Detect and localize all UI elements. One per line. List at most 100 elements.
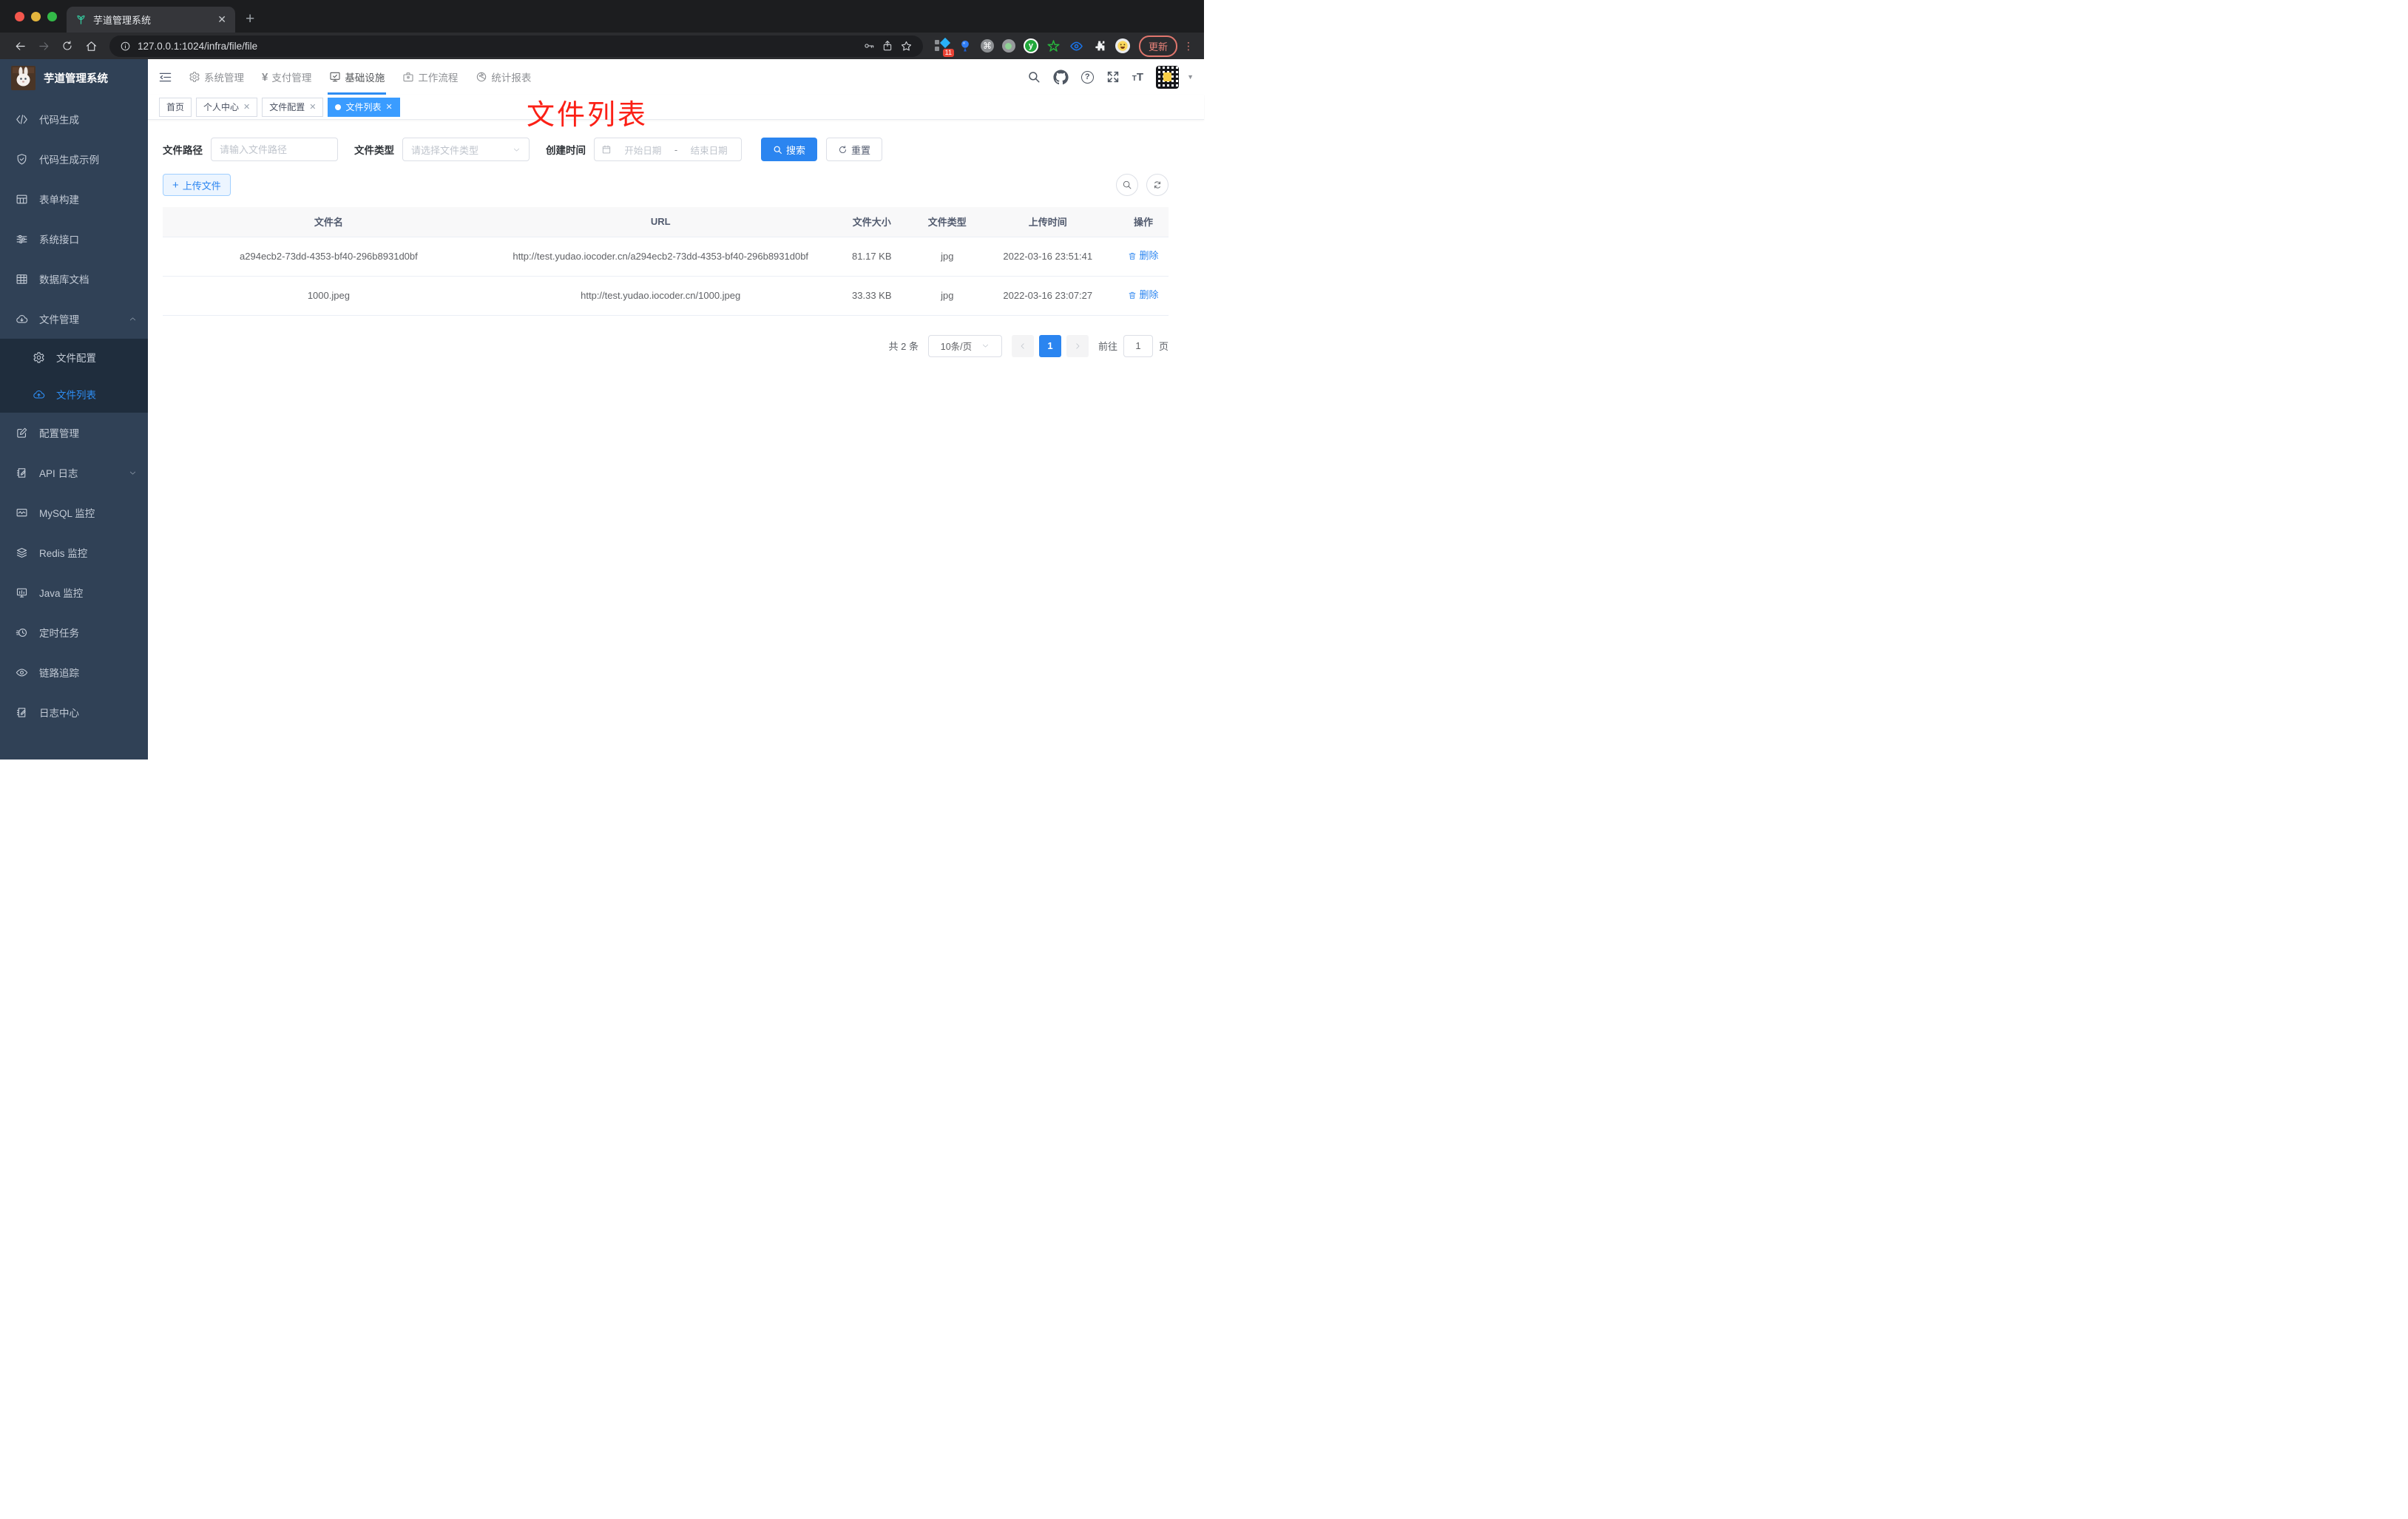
tag-close-icon[interactable]: ✕: [386, 102, 393, 112]
search-icon: [1123, 180, 1132, 189]
extension-green-star-icon[interactable]: [1046, 38, 1061, 53]
topnav-infrastructure[interactable]: 基础设施: [320, 59, 393, 95]
tag-profile[interactable]: 个人中心 ✕: [196, 97, 258, 117]
topnav-workflow[interactable]: 工作流程: [393, 59, 467, 95]
topnav-reports[interactable]: 统计报表: [467, 59, 540, 95]
end-date-placeholder[interactable]: 结束日期: [683, 143, 734, 157]
monitor-check-icon: [330, 72, 340, 82]
reload-button[interactable]: [56, 35, 78, 56]
github-icon[interactable]: [1053, 69, 1069, 85]
sidebar-item-file-management[interactable]: 文件管理: [0, 299, 148, 339]
sidebar-item-api-log[interactable]: API 日志: [0, 453, 148, 493]
tags-view-bar: 首页 个人中心 ✕ 文件配置 ✕ 文件列表 ✕: [148, 95, 1204, 120]
tag-label: 个人中心: [203, 102, 240, 112]
sidebar-logo[interactable]: 芋道管理系统: [0, 59, 148, 96]
refresh-icon: [839, 145, 847, 153]
reset-button-label: 重置: [851, 144, 871, 156]
chevron-down-icon: [129, 471, 136, 474]
page-size-select[interactable]: 10条/页: [927, 334, 1002, 357]
address-bar[interactable]: 127.0.0.1:1024/infra/file/file: [109, 35, 923, 57]
collapse-sidebar-button[interactable]: [158, 70, 172, 84]
password-key-icon[interactable]: [863, 40, 875, 52]
site-info-icon[interactable]: [120, 41, 131, 52]
topnav-system-management[interactable]: 系统管理: [180, 59, 253, 95]
help-icon[interactable]: ?: [1080, 70, 1094, 84]
reset-button[interactable]: 重置: [826, 138, 883, 161]
browser-menu-icon[interactable]: ⋮: [1183, 40, 1194, 53]
close-window-button[interactable]: [15, 12, 24, 21]
url-text: 127.0.0.1:1024/infra/file/file: [138, 40, 258, 52]
sidebar-item-form-builder[interactable]: 表单构建: [0, 179, 148, 219]
extension-balloon-icon[interactable]: [958, 38, 973, 53]
tag-file-list[interactable]: 文件列表 ✕: [328, 97, 400, 117]
file-type-select[interactable]: 请选择文件类型: [402, 138, 530, 161]
tag-close-icon[interactable]: ✕: [309, 102, 316, 112]
extension-eye-icon[interactable]: [1069, 38, 1084, 53]
chevron-down-icon: [513, 148, 520, 151]
extension-puzzle-icon[interactable]: [1092, 38, 1107, 53]
sidebar-item-code-gen[interactable]: 代码生成: [0, 99, 148, 139]
sidebar-item-label: 链路追踪: [39, 668, 79, 679]
sidebar-item-code-example[interactable]: 代码生成示例: [0, 139, 148, 179]
main-area: 系统管理 ¥ 支付管理 基础设施 工作流程 统计报表 ? TT ▼ 首页 个人中…: [148, 59, 1204, 760]
prev-page-button[interactable]: [1011, 334, 1034, 357]
sidebar-item-mysql-monitor[interactable]: MySQL 监控: [0, 493, 148, 532]
topnav-payment-management[interactable]: ¥ 支付管理: [253, 59, 320, 95]
upload-file-button[interactable]: + 上传文件: [163, 174, 231, 196]
font-size-icon[interactable]: TT: [1132, 71, 1143, 84]
extension-command-icon[interactable]: ⌘: [980, 39, 994, 53]
sidebar-item-trace[interactable]: 链路追踪: [0, 652, 148, 692]
sidebar-item-scheduled-tasks[interactable]: 定时任务: [0, 612, 148, 652]
tag-file-config[interactable]: 文件配置 ✕: [262, 97, 324, 117]
extension-y-icon[interactable]: y: [1023, 38, 1038, 53]
sidebar-item-system-api[interactable]: 系统接口: [0, 219, 148, 259]
sidebar-item-db-doc[interactable]: 数据库文档: [0, 259, 148, 299]
delete-button-label: 删除: [1139, 288, 1159, 300]
tag-close-icon[interactable]: ✕: [243, 102, 250, 112]
show-search-toggle-button[interactable]: [1116, 174, 1138, 196]
balloon-icon: [961, 40, 969, 52]
browser-update-button[interactable]: 更新: [1138, 35, 1177, 57]
browser-tab[interactable]: 芋道管理系统 ✕: [67, 7, 235, 33]
forward-button[interactable]: [33, 35, 55, 56]
extension-emoji-icon[interactable]: [1115, 38, 1130, 53]
back-button[interactable]: [9, 35, 31, 56]
delete-button[interactable]: 删除: [1128, 248, 1158, 264]
tag-home[interactable]: 首页: [159, 97, 192, 117]
date-range-picker[interactable]: 开始日期 - 结束日期: [594, 138, 742, 161]
delete-button[interactable]: 删除: [1128, 287, 1158, 303]
sidebar-item-log-center[interactable]: 日志中心: [0, 692, 148, 732]
refresh-table-button[interactable]: [1146, 174, 1169, 196]
search-button[interactable]: 搜索: [761, 138, 818, 161]
sidebar-item-file-list[interactable]: 文件列表: [0, 376, 148, 413]
fullscreen-icon[interactable]: [1106, 70, 1120, 84]
current-page-button[interactable]: 1: [1038, 334, 1061, 357]
bookmark-star-icon[interactable]: [900, 40, 913, 53]
search-icon[interactable]: [1027, 70, 1041, 84]
home-button[interactable]: [80, 35, 102, 56]
chevron-left-icon: [1021, 343, 1024, 349]
yen-icon: ¥: [262, 70, 268, 84]
start-date-placeholder[interactable]: 开始日期: [618, 143, 669, 157]
tab-close-icon[interactable]: ✕: [217, 13, 226, 26]
minimize-window-button[interactable]: [31, 12, 41, 21]
goto-page-input[interactable]: [1123, 334, 1153, 357]
next-page-button[interactable]: [1066, 334, 1089, 357]
new-tab-button[interactable]: +: [246, 10, 254, 28]
column-header-upload-time: 上传时间: [977, 207, 1118, 237]
pager: 1: [1011, 334, 1089, 357]
sidebar-item-config-management[interactable]: 配置管理: [0, 413, 148, 453]
topnav-label: 支付管理: [271, 72, 312, 84]
share-icon[interactable]: [882, 40, 893, 52]
sidebar-item-redis-monitor[interactable]: Redis 监控: [0, 532, 148, 572]
sidebar-item-label: 系统接口: [39, 234, 79, 246]
avatar-caret-down-icon[interactable]: ▼: [1187, 73, 1194, 81]
extension-green-dot-icon[interactable]: [1001, 39, 1015, 53]
sidebar-item-java-monitor[interactable]: Java 监控: [0, 572, 148, 612]
tag-label: 文件配置: [269, 102, 305, 112]
sidebar-item-file-config[interactable]: 文件配置: [0, 339, 148, 376]
file-path-input[interactable]: [211, 138, 338, 161]
zoom-window-button[interactable]: [47, 12, 57, 21]
extension-tabs-icon[interactable]: 11: [934, 37, 954, 57]
avatar-qr-image[interactable]: [1156, 65, 1180, 89]
